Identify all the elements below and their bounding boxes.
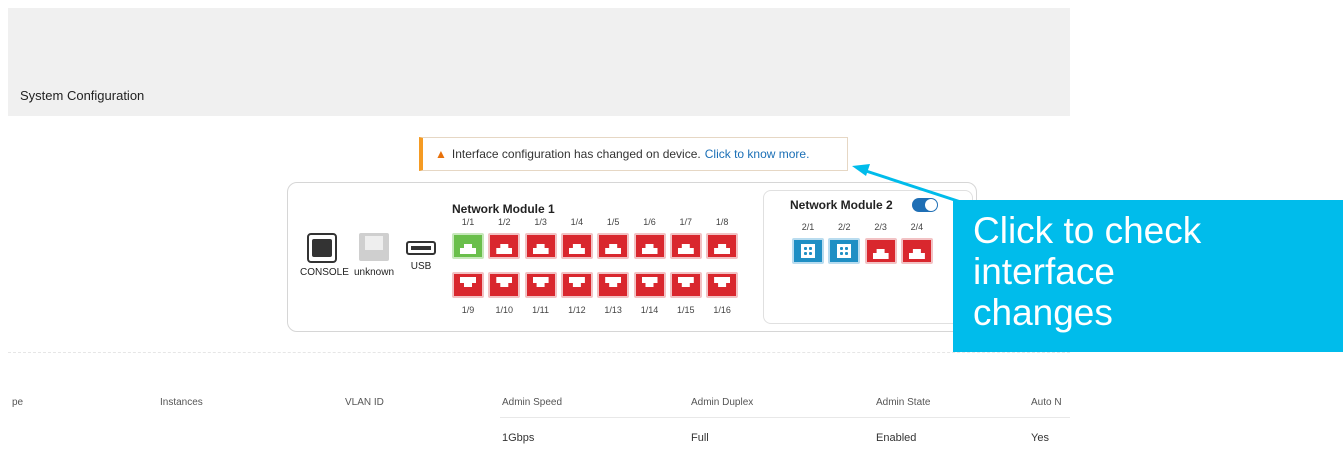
port-label: 1/13 bbox=[604, 305, 622, 315]
fiber-port[interactable] bbox=[792, 238, 824, 264]
port-label: 2/4 bbox=[910, 222, 924, 232]
ethernet-port-icon bbox=[677, 244, 694, 254]
ethernet-port-icon bbox=[908, 249, 925, 259]
ethernet-port[interactable] bbox=[597, 272, 630, 298]
ethernet-port-icon bbox=[641, 244, 658, 254]
ethernet-port-icon bbox=[568, 244, 585, 254]
page-title: System Configuration bbox=[20, 88, 145, 103]
cell-admin-speed: 1Gbps bbox=[502, 432, 535, 444]
network-module-1-title: Network Module 1 bbox=[452, 202, 555, 216]
ethernet-port[interactable] bbox=[669, 233, 702, 259]
col-auto-neg-header: Auto N bbox=[1031, 397, 1062, 408]
cell-auto-neg: Yes bbox=[1031, 432, 1049, 444]
ethernet-port[interactable] bbox=[633, 272, 666, 298]
port-label: 1/12 bbox=[568, 305, 586, 315]
port-label: 1/15 bbox=[677, 305, 695, 315]
ethernet-port[interactable] bbox=[524, 233, 557, 259]
port-label: 1/8 bbox=[715, 217, 729, 227]
ethernet-port-icon bbox=[460, 244, 476, 254]
ethernet-port[interactable] bbox=[560, 272, 593, 298]
port-label: 1/2 bbox=[498, 217, 511, 227]
fiber-dots bbox=[803, 246, 813, 256]
col-admin-speed-header: Admin Speed bbox=[502, 397, 563, 408]
port-label: 2/1 bbox=[801, 222, 815, 232]
port-label: 1/1 bbox=[461, 217, 475, 227]
port-label: 2/3 bbox=[874, 222, 887, 232]
ethernet-port[interactable] bbox=[900, 238, 933, 264]
col-vlan-header: VLAN ID bbox=[345, 397, 384, 408]
ethernet-port-icon bbox=[641, 277, 658, 287]
ethernet-port-icon bbox=[460, 277, 476, 287]
know-more-link[interactable]: Click to know more. bbox=[705, 147, 810, 161]
ethernet-port[interactable] bbox=[706, 233, 739, 259]
ethernet-port-icon bbox=[532, 277, 549, 287]
ethernet-port[interactable] bbox=[560, 233, 593, 259]
port-label: 1/10 bbox=[495, 305, 514, 315]
ethernet-port-icon bbox=[496, 244, 513, 254]
usb-port-label: USB bbox=[410, 261, 432, 272]
ethernet-port[interactable] bbox=[864, 238, 897, 264]
ethernet-port-icon bbox=[872, 249, 889, 259]
col-type-header: pe bbox=[12, 397, 24, 408]
port-label: 1/7 bbox=[679, 217, 693, 227]
alert-message: Interface configuration has changed on d… bbox=[451, 147, 701, 161]
port-label: 2/2 bbox=[838, 222, 851, 232]
fiber-port-icon bbox=[837, 244, 852, 258]
ethernet-port-icon bbox=[605, 244, 622, 254]
cell-admin-duplex: Full bbox=[691, 432, 709, 444]
ethernet-port[interactable] bbox=[452, 272, 484, 298]
ethernet-port[interactable] bbox=[669, 272, 702, 298]
col-instances-header: Instances bbox=[160, 397, 203, 408]
ethernet-port[interactable] bbox=[706, 272, 739, 298]
network-module-2-toggle[interactable] bbox=[912, 198, 938, 212]
port-label: 1/14 bbox=[640, 305, 659, 315]
port-label: 1/4 bbox=[570, 217, 584, 227]
ethernet-port[interactable] bbox=[488, 272, 521, 298]
unknown-port-label: unknown bbox=[353, 267, 395, 278]
ethernet-port-icon bbox=[605, 277, 622, 287]
ethernet-port[interactable] bbox=[633, 233, 666, 259]
ethernet-port-icon bbox=[568, 277, 585, 287]
console-port-label: CONSOLE bbox=[300, 267, 349, 278]
callout-line-1: Click to check bbox=[973, 210, 1202, 251]
port-label: 1/5 bbox=[606, 217, 620, 227]
ethernet-port-icon bbox=[714, 277, 731, 287]
fiber-dots bbox=[839, 246, 850, 256]
interface-change-alert: ▲ Interface configuration has changed on… bbox=[419, 137, 848, 171]
console-port-icon bbox=[307, 233, 337, 263]
warning-icon: ▲ bbox=[435, 147, 447, 161]
unknown-port[interactable]: unknown bbox=[350, 233, 398, 278]
console-port[interactable]: CONSOLE bbox=[300, 233, 349, 278]
header-band bbox=[8, 8, 1070, 116]
callout-line-3: changes bbox=[973, 292, 1113, 333]
col-admin-duplex-header: Admin Duplex bbox=[691, 397, 754, 408]
ethernet-port[interactable] bbox=[452, 233, 484, 259]
col-admin-state-header: Admin State bbox=[876, 397, 931, 408]
port-label: 1/3 bbox=[534, 217, 547, 227]
ethernet-port-icon bbox=[496, 277, 513, 287]
callout-box: Click to check interface changes bbox=[953, 200, 1343, 352]
port-label: 1/11 bbox=[532, 305, 550, 315]
port-label: 1/9 bbox=[461, 305, 475, 315]
ethernet-port-icon bbox=[714, 244, 731, 254]
ethernet-port-icon bbox=[677, 277, 694, 287]
ethernet-port[interactable] bbox=[488, 233, 521, 259]
network-module-2-title: Network Module 2 bbox=[790, 198, 893, 212]
ethernet-port[interactable] bbox=[524, 272, 557, 298]
table-row-separator bbox=[500, 417, 1070, 418]
usb-port-icon bbox=[406, 241, 436, 255]
unknown-port-icon bbox=[359, 233, 389, 261]
port-label: 1/6 bbox=[643, 217, 656, 227]
ethernet-port[interactable] bbox=[597, 233, 630, 259]
port-label: 1/16 bbox=[713, 305, 731, 315]
section-divider bbox=[8, 352, 1070, 353]
fiber-port-icon bbox=[801, 244, 815, 258]
fiber-port[interactable] bbox=[828, 238, 861, 264]
usb-port[interactable]: USB bbox=[403, 233, 439, 272]
cell-admin-state: Enabled bbox=[876, 432, 917, 444]
ethernet-port-icon bbox=[532, 244, 549, 254]
callout-line-2: interface bbox=[973, 251, 1115, 292]
